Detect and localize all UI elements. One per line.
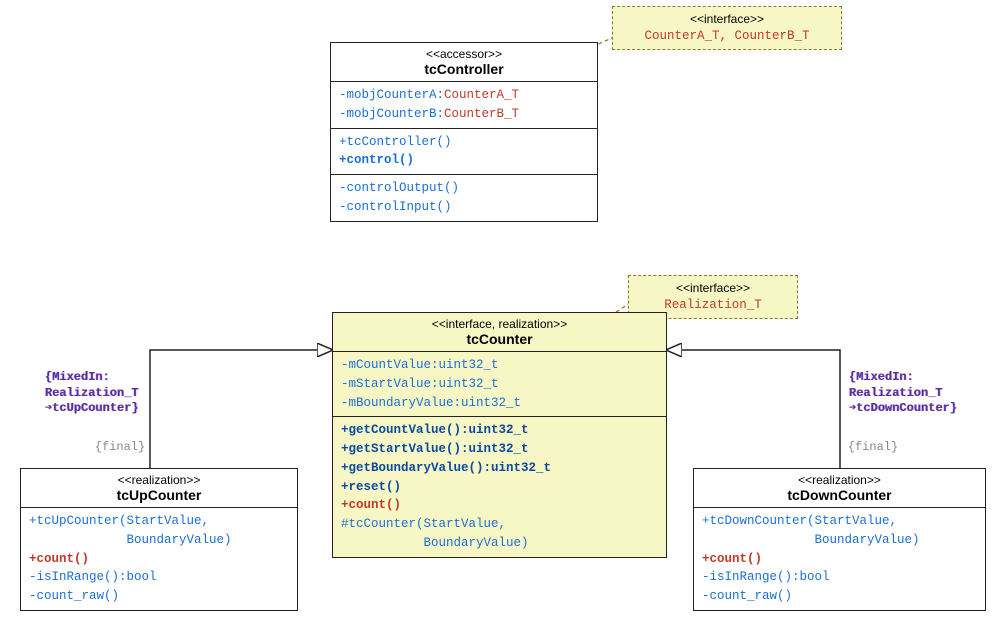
attr-row: -mCountValue:uint32_t (341, 356, 658, 375)
attr-row: -mobjCounterB:CounterB_T (339, 105, 589, 124)
op-row: +tcController() (339, 133, 589, 152)
class-tcController: <<accessor>> tcController -mobjCounterA:… (330, 42, 598, 222)
attr-row: -mobjCounterA:CounterA_T (339, 86, 589, 105)
op-row: +count() (702, 550, 977, 569)
attributes: -mobjCounterA:CounterA_T -mobjCounterB:C… (331, 81, 597, 128)
class-tcUpCounter: <<realization>> tcUpCounter +tcUpCounter… (20, 468, 298, 611)
interface-tag-stereo: <<interface>> (625, 11, 829, 28)
op-row: +control() (339, 151, 589, 170)
class-tcDownCounter: <<realization>> tcDownCounter +tcDownCou… (693, 468, 986, 611)
op-row: +getCountValue():uint32_t (341, 421, 658, 440)
op-row: -isInRange():bool (29, 568, 289, 587)
mixin-label-left: {MixedIn: Realization_T ➔tcUpCounter} (45, 370, 175, 417)
op-row: BoundaryValue) (341, 534, 658, 553)
attr-row: -mStartValue:uint32_t (341, 375, 658, 394)
operations: +tcUpCounter(StartValue, BoundaryValue) … (21, 507, 297, 610)
op-row: +tcUpCounter(StartValue, (29, 512, 289, 531)
class-header: <<interface, realization>> tcCounter (333, 313, 666, 351)
interface-tag-names: CounterA_T, CounterB_T (625, 28, 829, 46)
operations-private: -controlOutput() -controlInput() (331, 174, 597, 221)
operations: +tcDownCounter(StartValue, BoundaryValue… (694, 507, 985, 610)
operations: +getCountValue():uint32_t +getStartValue… (333, 416, 666, 556)
interface-tag-stereo: <<interface>> (641, 280, 785, 297)
op-row: -controlInput() (339, 198, 589, 217)
class-header: <<realization>> tcDownCounter (694, 469, 985, 507)
class-header: <<realization>> tcUpCounter (21, 469, 297, 507)
class-stereo: <<interface, realization>> (341, 317, 658, 331)
op-row: BoundaryValue) (702, 531, 977, 550)
class-name: tcCounter (341, 331, 658, 347)
op-row: -controlOutput() (339, 179, 589, 198)
op-row: BoundaryValue) (29, 531, 289, 550)
attributes: -mCountValue:uint32_t -mStartValue:uint3… (333, 351, 666, 416)
op-row: +count() (29, 550, 289, 569)
operations-public: +tcController() +control() (331, 128, 597, 175)
op-row: #tcCounter(StartValue, (341, 515, 658, 534)
op-row: +count() (341, 496, 658, 515)
final-label-left: {final} (85, 440, 155, 454)
op-row: +reset() (341, 478, 658, 497)
class-stereo: <<accessor>> (339, 47, 589, 61)
class-header: <<accessor>> tcController (331, 43, 597, 81)
op-row: +getStartValue():uint32_t (341, 440, 658, 459)
op-row: -count_raw() (702, 587, 977, 606)
class-name: tcDownCounter (702, 487, 977, 503)
interface-tag-controller: <<interface>> CounterA_T, CounterB_T (612, 6, 842, 50)
attr-row: -mBoundaryValue:uint32_t (341, 394, 658, 413)
class-tcCounter: <<interface, realization>> tcCounter -mC… (332, 312, 667, 558)
mixin-label-right: {MixedIn: Realization_T ➔tcDownCounter} (849, 370, 999, 417)
class-stereo: <<realization>> (29, 473, 289, 487)
final-label-right: {final} (838, 440, 908, 454)
op-row: +getBoundaryValue():uint32_t (341, 459, 658, 478)
class-name: tcController (339, 61, 589, 77)
class-stereo: <<realization>> (702, 473, 977, 487)
op-row: +tcDownCounter(StartValue, (702, 512, 977, 531)
op-row: -isInRange():bool (702, 568, 977, 587)
class-name: tcUpCounter (29, 487, 289, 503)
op-row: -count_raw() (29, 587, 289, 606)
